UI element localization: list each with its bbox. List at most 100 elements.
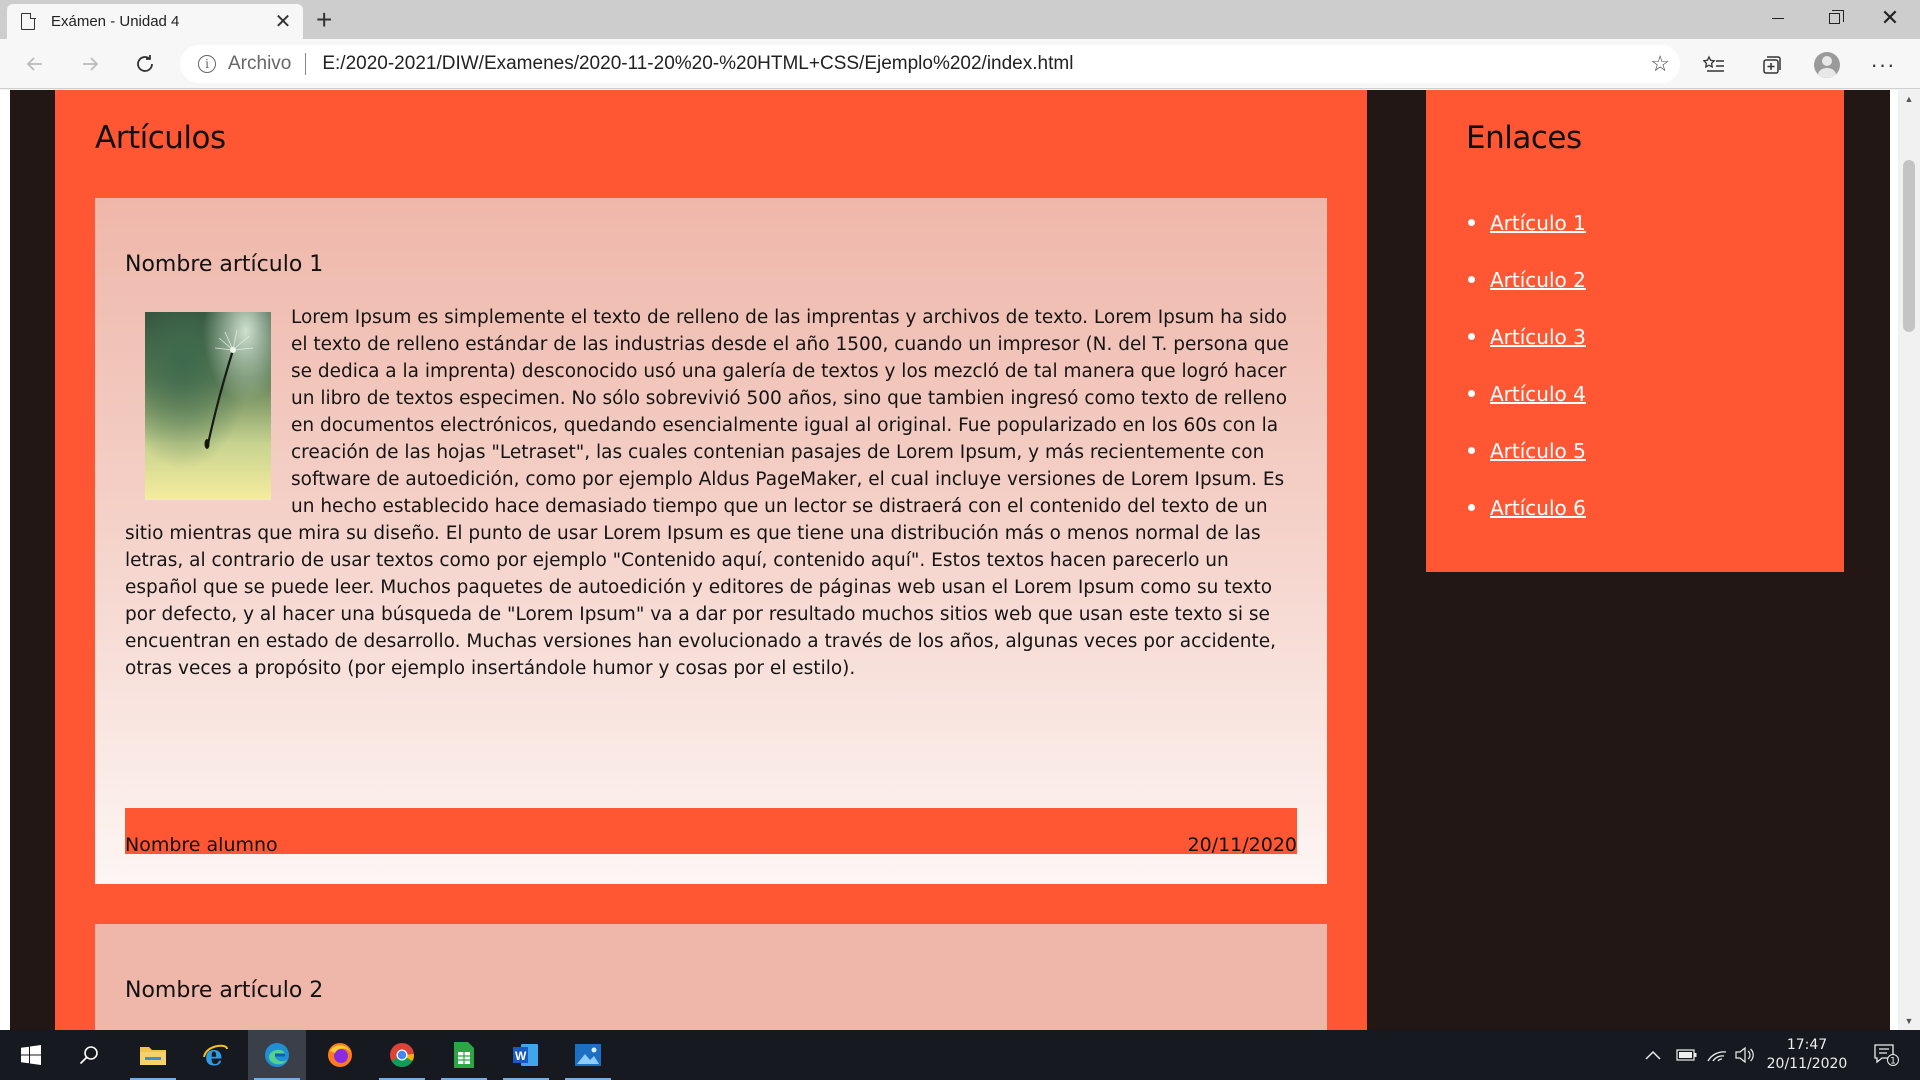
address-bar: i Archivo E:/2020-2021/DIW/Examenes/2020… [0,39,1920,89]
minimize-icon [1772,17,1784,19]
restore-button[interactable] [1806,0,1862,36]
scroll-down-icon[interactable]: ▼ [1898,1012,1920,1030]
link-article-3[interactable]: Artículo 3 [1490,325,1586,349]
avatar [1814,52,1840,78]
browser-tab-bar: Exámen - Unidad 4 ✕ + ✕ [0,0,1920,39]
edge-icon [265,1043,289,1067]
action-center-button[interactable]: 1 [1866,1030,1906,1080]
scrollbar-thumb[interactable] [1903,160,1915,332]
articles-section: Artículos Nombre artículo 1 Lorem Ipsum … [55,90,1367,1030]
profile-button[interactable] [1811,49,1843,81]
list-item: Artículo 1 [1466,194,1586,251]
edge-button[interactable] [248,1030,306,1080]
article-title: Nombre artículo 2 [125,978,324,1003]
url-text[interactable]: E:/2020-2021/DIW/Examenes/2020-11-20%20-… [322,53,1650,75]
volume-control[interactable] [1735,1030,1755,1080]
list-item: Artículo 5 [1466,422,1586,479]
minimize-button[interactable] [1750,0,1806,36]
network-status[interactable] [1707,1030,1727,1080]
favorite-star-icon[interactable]: ☆ [1650,51,1670,77]
file-explorer-button[interactable] [124,1030,182,1080]
tab-title: Exámen - Unidad 4 [51,13,180,30]
article-title: Nombre artículo 1 [125,252,324,277]
arrow-right-icon [83,57,99,71]
new-tab-button[interactable]: + [316,6,332,34]
restore-icon [1828,9,1844,24]
link-article-1[interactable]: Artículo 1 [1490,211,1586,235]
page-background: Artículos Nombre artículo 1 Lorem Ipsum … [10,90,1890,1030]
info-icon[interactable]: i [198,55,216,73]
clock-time: 17:47 [1786,1037,1828,1053]
article-text: Lorem Ipsum es simplemente el texto de r… [125,307,1289,679]
links-sidebar: Enlaces Artículo 1 Artículo 2 Artículo 3… [1426,90,1844,572]
article-card: Nombre artículo 2 [95,924,1327,1030]
collections-button[interactable] [1756,49,1788,81]
scroll-up-icon[interactable]: ▲ [1898,90,1920,108]
close-window-button[interactable]: ✕ [1862,0,1918,36]
photos-icon [575,1044,601,1066]
more-menu-button[interactable]: ··· [1867,49,1899,81]
link-article-5[interactable]: Artículo 5 [1490,439,1586,463]
links-heading: Enlaces [1466,120,1582,156]
word-icon: W [513,1044,538,1066]
articles-heading: Artículos [95,120,226,156]
browser-tab[interactable]: Exámen - Unidad 4 ✕ [7,4,303,39]
tab-close-button[interactable]: ✕ [273,12,293,32]
internet-explorer-icon: e [203,1041,228,1069]
arrow-left-icon [26,57,42,71]
spreadsheet-icon [454,1042,474,1068]
forward-button[interactable] [72,47,108,81]
svg-text:W: W [515,1049,527,1063]
article-date: 20/11/2020 [1187,834,1297,856]
divider [305,53,307,75]
site-info-label: Archivo [228,53,292,74]
system-clock[interactable]: 17:47 20/11/2020 [1764,1030,1850,1080]
wifi-icon [1707,1051,1727,1062]
search-icon [79,1046,98,1065]
firefox-icon [328,1043,352,1067]
list-item: Artículo 4 [1466,365,1586,422]
vertical-scrollbar[interactable]: ▲ ▼ [1898,90,1920,1030]
reload-button[interactable] [127,47,163,81]
taskbar: e W 17:47 20/11/2020 1 [0,1030,1920,1080]
url-field[interactable]: i Archivo E:/2020-2021/DIW/Examenes/2020… [180,45,1680,83]
page-viewport: Artículos Nombre artículo 1 Lorem Ipsum … [0,90,1920,1030]
chevron-up-icon [1645,1050,1661,1060]
article-footer: Nombre alumno 20/11/2020 [125,808,1297,856]
link-article-2[interactable]: Artículo 2 [1490,268,1586,292]
chrome-button[interactable] [373,1030,431,1080]
search-button[interactable] [60,1030,118,1080]
list-item: Artículo 3 [1466,308,1586,365]
spreadsheet-button[interactable] [435,1030,493,1080]
reload-icon [137,55,153,72]
dandelion-image [145,312,271,500]
chrome-icon [390,1043,414,1068]
favorites-button[interactable] [1698,49,1730,81]
author-name: Nombre alumno [125,834,278,856]
link-article-6[interactable]: Artículo 6 [1490,496,1586,520]
folder-icon [140,1047,166,1065]
show-hidden-icons-button[interactable] [1645,1030,1661,1080]
notification-count: 1 [1890,1057,1896,1067]
photos-button[interactable] [559,1030,617,1080]
article-body: Lorem Ipsum es simplemente el texto de r… [125,304,1297,682]
collections-icon [1763,56,1781,74]
back-button[interactable] [17,47,53,81]
internet-explorer-button[interactable]: e [186,1030,244,1080]
windows-icon [21,1045,41,1065]
battery-status[interactable] [1676,1030,1698,1080]
battery-icon [1676,1049,1697,1061]
word-button[interactable]: W [497,1030,555,1080]
start-button[interactable] [2,1030,60,1080]
article-card: Nombre artículo 1 Lorem Ipsum es simplem… [95,198,1327,884]
link-article-4[interactable]: Artículo 4 [1490,382,1586,406]
clock-date: 20/11/2020 [1766,1056,1848,1072]
speaker-icon [1735,1047,1754,1063]
notification-icon: 1 [1874,1044,1899,1067]
list-item: Artículo 2 [1466,251,1586,308]
favorites-list-icon [1703,55,1724,72]
links-list: Artículo 1 Artículo 2 Artículo 3 Artícul… [1466,194,1586,536]
document-icon [21,12,36,30]
firefox-button[interactable] [311,1030,369,1080]
list-item: Artículo 6 [1466,479,1586,536]
